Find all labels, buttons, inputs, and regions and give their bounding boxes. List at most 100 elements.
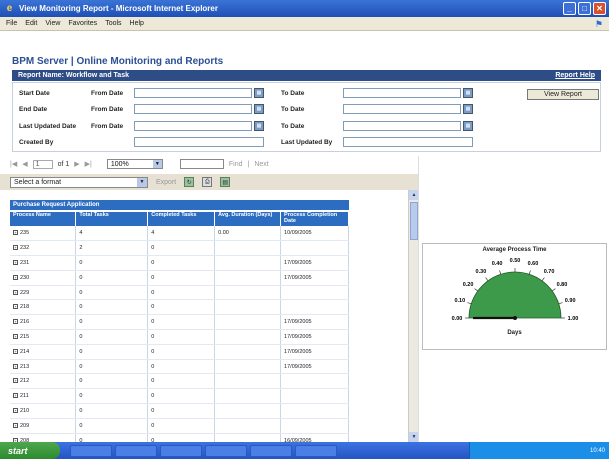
start-to-input[interactable] <box>343 88 461 98</box>
expand-icon[interactable]: + <box>13 334 18 340</box>
table-cell: 0 <box>147 373 216 390</box>
average-process-time-gauge: Average Process Time 0.00 0.10 0.20 0.30 0.4… <box>422 243 607 350</box>
taskbar-item[interactable] <box>115 444 157 457</box>
calendar-icon[interactable]: ▦ <box>254 121 264 131</box>
last-updated-by-input[interactable] <box>343 137 473 147</box>
expand-icon[interactable]: + <box>13 274 18 280</box>
find-link[interactable]: Find <box>229 161 243 168</box>
taskbar-item[interactable] <box>250 444 292 457</box>
calendar-icon[interactable]: ▦ <box>463 121 473 131</box>
window-titlebar: e View Monitoring Report - Microsoft Int… <box>0 0 609 17</box>
menu-favorites[interactable]: Favorites <box>68 20 97 27</box>
menu-help[interactable]: Help <box>130 20 144 27</box>
expand-icon[interactable]: + <box>13 422 18 428</box>
expand-icon[interactable]: + <box>13 245 18 251</box>
gauge-hub <box>513 316 517 320</box>
prev-page-icon[interactable]: ◀ <box>22 160 27 168</box>
process-name-cell[interactable]: +210 <box>10 403 77 419</box>
created-by-input[interactable] <box>134 137 264 147</box>
process-name-cell[interactable]: +231 <box>10 255 77 271</box>
expand-icon[interactable]: + <box>13 393 18 399</box>
process-name-cell[interactable]: +212 <box>10 373 77 390</box>
expand-icon[interactable]: + <box>13 319 18 325</box>
expand-icon[interactable]: + <box>13 348 18 354</box>
refresh-icon[interactable]: ↻ <box>184 177 195 187</box>
table-header-row: Process Name Total Tasks Completed Tasks… <box>10 212 349 226</box>
table-cell: 0 <box>147 270 216 286</box>
table-row: +214 0 0 17/09/2005 <box>10 344 349 360</box>
process-name-cell[interactable]: +215 <box>10 329 77 345</box>
calendar-icon[interactable]: ▦ <box>463 88 473 98</box>
minimize-button[interactable]: _ <box>563 2 576 15</box>
menu-tools[interactable]: Tools <box>105 20 121 27</box>
process-name: 230 <box>20 274 30 281</box>
next-page-icon[interactable]: ▶ <box>74 160 79 168</box>
process-name-cell[interactable]: +216 <box>10 314 77 331</box>
expand-icon[interactable]: + <box>13 304 18 310</box>
page-number-input[interactable]: 1 <box>32 159 53 169</box>
process-name-cell[interactable]: +211 <box>10 388 77 405</box>
expand-icon[interactable]: + <box>13 378 18 384</box>
first-page-icon[interactable]: |◀ <box>10 160 17 168</box>
start-to-label: To Date <box>281 90 305 97</box>
last-updated-to-input[interactable] <box>343 121 461 131</box>
table-cell <box>280 388 349 405</box>
table-cell: 0 <box>75 329 149 345</box>
view-report-button[interactable]: View Report <box>527 89 599 100</box>
menu-file[interactable]: File <box>6 20 17 27</box>
expand-icon[interactable]: + <box>13 289 18 295</box>
taskbar-item[interactable] <box>70 444 112 457</box>
expand-icon[interactable]: + <box>13 408 18 413</box>
vertical-scrollbar[interactable]: ▲ ▼ <box>408 190 419 442</box>
report-help-link[interactable]: Report Help <box>555 72 595 79</box>
scroll-thumb[interactable] <box>410 202 418 240</box>
process-name: 214 <box>20 348 30 355</box>
gauge-tick <box>552 288 556 292</box>
table-cell <box>214 388 282 405</box>
process-name-cell[interactable]: +209 <box>10 418 77 434</box>
print-icon[interactable]: ⎙ <box>202 177 213 187</box>
last-updated-from-input[interactable] <box>134 121 252 131</box>
start-from-input[interactable] <box>134 88 252 98</box>
last-page-icon[interactable]: ▶| <box>85 160 92 168</box>
table-cell: 17/09/2005 <box>280 359 349 375</box>
process-name-cell[interactable]: +230 <box>10 270 77 286</box>
find-input[interactable] <box>179 159 224 169</box>
window-title: View Monitoring Report - Microsoft Inter… <box>19 4 218 13</box>
calendar-icon[interactable]: ▦ <box>254 88 264 98</box>
process-name: 210 <box>20 407 30 414</box>
taskbar-item[interactable] <box>295 444 337 457</box>
process-name-cell[interactable]: +218 <box>10 299 77 316</box>
taskbar-item[interactable] <box>160 444 202 457</box>
system-tray: 10:40 <box>469 442 609 459</box>
table-cell: 0 <box>147 314 216 331</box>
format-select[interactable]: Select a format ▼ <box>10 176 148 188</box>
start-button[interactable]: start <box>0 442 60 459</box>
process-name-cell[interactable]: +229 <box>10 285 77 301</box>
zoom-value: 100% <box>110 160 129 168</box>
end-to-input[interactable] <box>343 104 461 114</box>
process-name-cell[interactable]: +235 <box>10 226 77 242</box>
process-name-cell[interactable]: +232 <box>10 240 77 257</box>
zoom-select[interactable]: 100% ▼ <box>106 159 163 169</box>
process-name-cell[interactable]: +214 <box>10 344 77 360</box>
maximize-button[interactable]: □ <box>578 2 591 15</box>
find-next-link[interactable]: Next <box>254 161 268 168</box>
expand-icon[interactable]: + <box>13 363 18 369</box>
menu-view[interactable]: View <box>45 20 60 27</box>
calendar-icon[interactable]: ▦ <box>254 104 264 114</box>
menu-edit[interactable]: Edit <box>25 20 37 27</box>
expand-icon[interactable]: + <box>13 230 18 236</box>
end-from-input[interactable] <box>134 104 252 114</box>
taskbar-item[interactable] <box>205 444 247 457</box>
close-button[interactable]: ✕ <box>593 2 606 15</box>
filter-panel: Start Date From Date ▦ To Date ▦ End Dat… <box>12 82 601 152</box>
table-cell <box>214 255 282 271</box>
table-body: +235 4 4 0.00 10/09/2005 +232 2 0 +231 0 0 17/09/20… <box>10 226 349 442</box>
process-name-cell[interactable]: +213 <box>10 359 77 375</box>
process-name-cell[interactable]: +208 <box>10 433 77 442</box>
calendar-icon[interactable]: ▦ <box>463 104 473 114</box>
document-map-icon[interactable]: ▤ <box>220 177 231 187</box>
export-link[interactable]: Export <box>156 179 176 186</box>
expand-icon[interactable]: + <box>13 260 18 266</box>
